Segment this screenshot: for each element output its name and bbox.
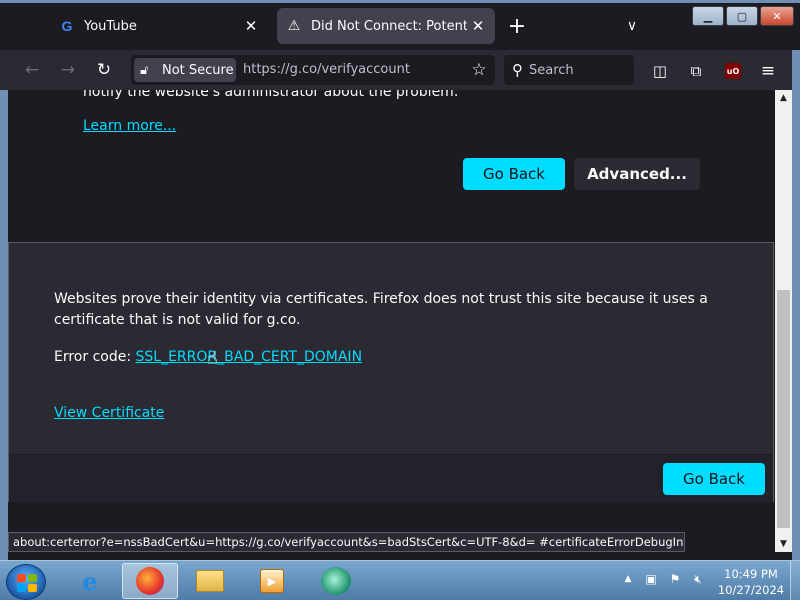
- show-desktop-button[interactable]: [790, 561, 800, 600]
- bookmark-star-icon[interactable]: ☆: [468, 59, 490, 81]
- learn-more-link[interactable]: Learn more...: [83, 118, 176, 134]
- new-tab-button[interactable]: +: [505, 14, 529, 39]
- status-bar: about:certerror?e=nssBadCert&u=https://g…: [8, 532, 685, 552]
- windows-logo-icon: [17, 574, 37, 592]
- hand-cursor-icon: ☝: [207, 348, 218, 369]
- app-taskbar-button[interactable]: [308, 563, 364, 599]
- back-arrow-icon[interactable]: ←: [19, 58, 45, 82]
- reload-icon[interactable]: ↻: [91, 58, 117, 82]
- page-content: notify the website's administrator about…: [8, 90, 775, 537]
- url-bar[interactable]: 🔓︎ Not Secure https://g.co/verifyaccount…: [131, 55, 495, 85]
- network-icon[interactable]: ▣: [643, 571, 659, 587]
- ublock-origin-icon[interactable]: uO: [722, 60, 744, 82]
- system-clock[interactable]: 10:49 PM 10/27/2024: [716, 566, 786, 598]
- pocket-icon[interactable]: ◫: [649, 60, 671, 82]
- window-frame-right: [792, 50, 800, 560]
- search-icon: ⚲: [512, 61, 523, 79]
- google-g-icon: G: [61, 18, 73, 34]
- clock-date: 10/27/2024: [717, 583, 785, 597]
- window-frame-bottom: [8, 552, 792, 560]
- windows-explorer-taskbar-button[interactable]: [182, 563, 238, 599]
- scrollbar-thumb[interactable]: [777, 290, 790, 528]
- start-button[interactable]: [6, 564, 46, 600]
- list-all-tabs-chevron-icon[interactable]: ∨: [620, 14, 644, 38]
- tab-title: Did Not Connect: Potential Sec: [311, 18, 467, 34]
- show-hidden-icons-arrow[interactable]: ▲: [620, 571, 636, 587]
- app-icon: [321, 567, 351, 595]
- view-certificate-link[interactable]: View Certificate: [54, 405, 164, 421]
- go-back-button-secondary[interactable]: Go Back: [663, 463, 765, 495]
- go-back-button[interactable]: Go Back: [463, 158, 565, 190]
- media-player-taskbar-button[interactable]: ▶: [244, 563, 300, 599]
- advanced-panel-footer: Go Back: [9, 454, 773, 502]
- security-label: Not Secure: [162, 62, 234, 78]
- error-code-label: Error code:: [54, 349, 132, 365]
- scroll-down-arrow-icon[interactable]: ▼: [775, 536, 792, 552]
- window-frame-left: [0, 90, 8, 560]
- firefox-icon: [136, 567, 164, 595]
- media-player-icon: ▶: [260, 569, 284, 593]
- hamburger-menu-icon[interactable]: ≡: [757, 60, 779, 82]
- action-center-flag-icon[interactable]: ⚑: [667, 571, 683, 587]
- advanced-button[interactable]: Advanced...: [574, 158, 700, 190]
- warning-icon: ⚠: [287, 18, 301, 34]
- advanced-panel: Websites prove their identity via certif…: [8, 242, 774, 502]
- tab-title: YouTube: [84, 18, 137, 34]
- maximize-button[interactable]: ▢: [726, 6, 758, 26]
- tab-did-not-connect[interactable]: ⚠ Did Not Connect: Potential Sec ✕: [277, 8, 495, 44]
- tab-youtube[interactable]: G YouTube ✕: [50, 8, 268, 44]
- search-input[interactable]: ⚲ Search: [504, 55, 634, 85]
- scroll-up-arrow-icon[interactable]: ▲: [775, 90, 792, 106]
- url-text[interactable]: https://g.co/verifyaccount: [243, 62, 410, 77]
- extensions-puzzle-icon[interactable]: ⧉: [685, 60, 707, 82]
- certificate-explanation: Websites prove their identity via certif…: [54, 291, 708, 328]
- not-secure-indicator[interactable]: 🔓︎ Not Secure: [134, 58, 236, 82]
- close-tab-icon[interactable]: ✕: [467, 15, 489, 37]
- window-frame-top: [0, 0, 800, 3]
- close-tab-icon[interactable]: ✕: [240, 15, 262, 37]
- navigation-toolbar: ← → ↻ 🔓︎ Not Secure https://g.co/verifya…: [0, 50, 800, 90]
- forward-arrow-icon[interactable]: →: [55, 58, 81, 82]
- search-placeholder: Search: [529, 62, 574, 78]
- broken-lock-icon: 🔓︎: [140, 62, 149, 78]
- tab-strip: G YouTube ✕ ⚠ Did Not Connect: Potential…: [0, 0, 800, 50]
- close-window-button[interactable]: ✕: [760, 6, 794, 26]
- folder-icon: [196, 570, 224, 592]
- error-code-link[interactable]: SSL_ERROR_BAD_CERT_DOMAIN: [136, 349, 363, 365]
- vertical-scrollbar[interactable]: ▲ ▼: [775, 90, 792, 552]
- taskbar: e ▶ ▲ ▣ ⚑ 🔇︎ 10:49 PM 10/27/2024: [0, 560, 800, 600]
- notify-text: notify the website's administrator about…: [83, 90, 459, 100]
- firefox-taskbar-button[interactable]: [122, 563, 178, 599]
- minimize-button[interactable]: ▁: [692, 6, 724, 26]
- volume-muted-icon[interactable]: 🔇︎: [690, 571, 706, 587]
- internet-explorer-icon[interactable]: e: [62, 563, 118, 599]
- clock-time: 10:49 PM: [724, 567, 778, 581]
